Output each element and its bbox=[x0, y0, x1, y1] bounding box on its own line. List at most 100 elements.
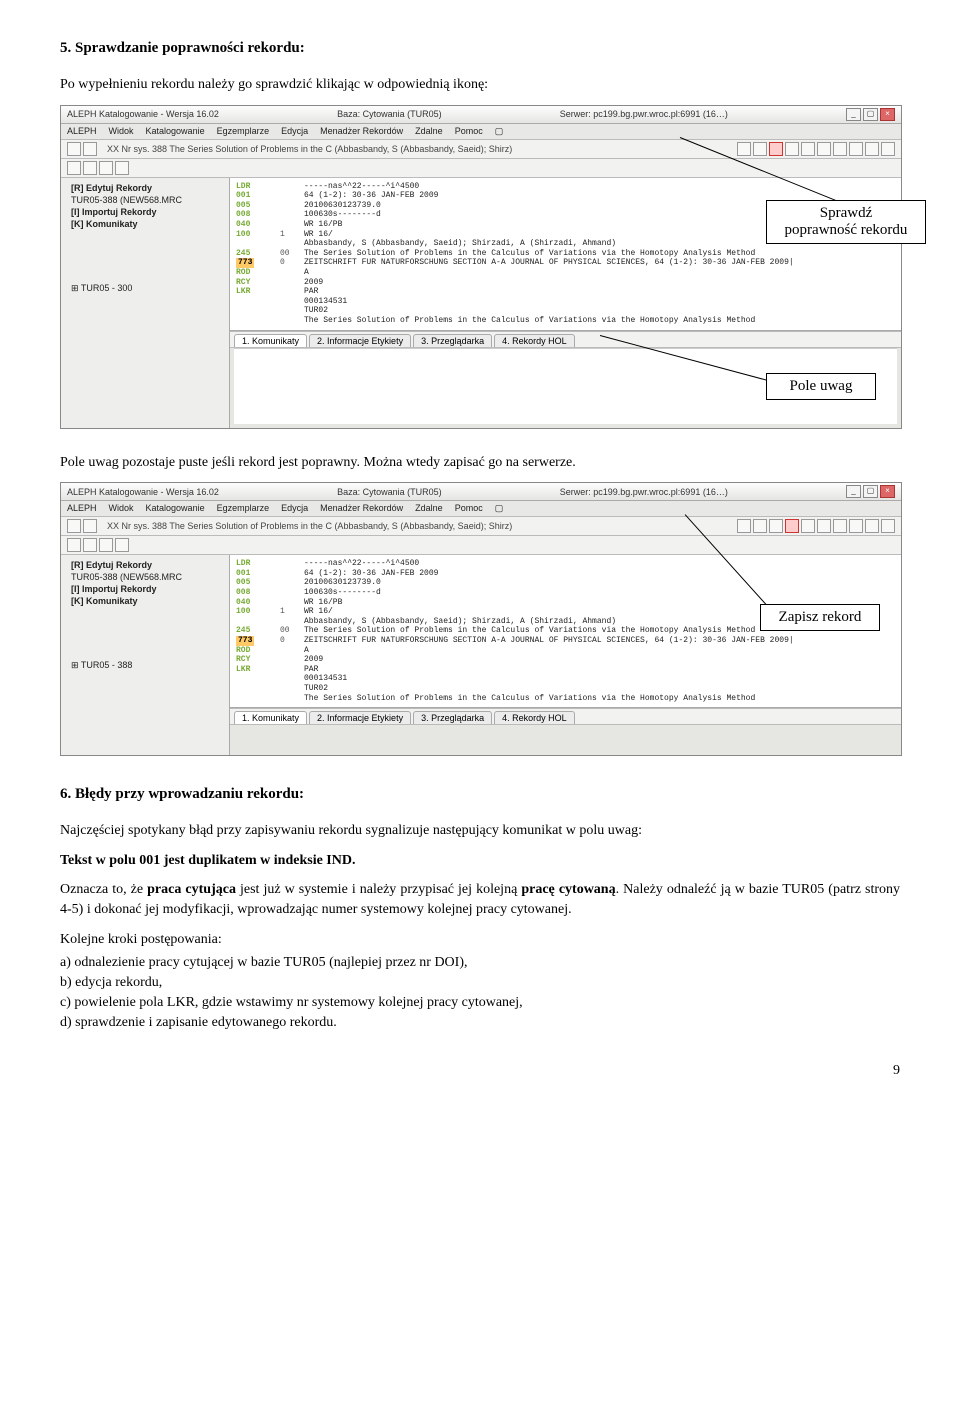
tree-item[interactable]: TUR05-388 (NEW568.MRC bbox=[65, 571, 225, 583]
menu-zdalne[interactable]: Zdalne bbox=[415, 503, 443, 514]
toolbar-icon[interactable] bbox=[849, 142, 863, 156]
window-titlebar: ALEPH Katalogowanie - Wersja 16.02 Baza:… bbox=[61, 106, 901, 124]
mode-tab-1-icon[interactable] bbox=[67, 519, 81, 533]
menu-widok[interactable]: Widok bbox=[109, 126, 134, 137]
bottom-tab-bar: 1. Komunikaty 2. Informacje Etykiety 3. … bbox=[230, 331, 901, 348]
section-5-title: 5. Sprawdzanie poprawności rekordu: bbox=[60, 40, 900, 57]
menu-katalogowanie[interactable]: Katalogowanie bbox=[146, 503, 205, 514]
callout-remarks-field: Pole uwag bbox=[766, 373, 876, 400]
tree-item[interactable]: [R] Edytuj Rekordy bbox=[65, 182, 225, 194]
screenshot-save-record: ALEPH Katalogowanie - Wersja 16.02 Baza:… bbox=[60, 482, 900, 756]
tab-przegladarka[interactable]: 3. Przeglądarka bbox=[413, 334, 492, 347]
menu-zdalne[interactable]: Zdalne bbox=[415, 126, 443, 137]
tree-item[interactable]: [K] Komunikaty bbox=[65, 595, 225, 607]
menu-help-icon[interactable]: ▢ bbox=[495, 126, 504, 137]
step-item: a) odnalezienie pracy cytującej w bazie … bbox=[60, 953, 900, 973]
minimize-button[interactable]: _ bbox=[846, 108, 861, 121]
mode-tab-2-icon[interactable] bbox=[83, 519, 97, 533]
maximize-button[interactable]: ▢ bbox=[863, 485, 878, 498]
toolbar-icon[interactable] bbox=[801, 519, 815, 533]
close-button[interactable]: × bbox=[880, 485, 895, 498]
menu-help-icon[interactable]: ▢ bbox=[495, 503, 504, 514]
menu-aleph[interactable]: ALEPH bbox=[67, 503, 97, 514]
window-title-left: ALEPH Katalogowanie - Wersja 16.02 bbox=[67, 487, 219, 497]
sidebar-toolbar-icon[interactable] bbox=[83, 538, 97, 552]
toolbar-icon[interactable] bbox=[865, 519, 879, 533]
menu-menadzer[interactable]: Menadżer Rekordów bbox=[320, 503, 403, 514]
sidebar-toolbar-icon[interactable] bbox=[99, 538, 113, 552]
toolbar-icon[interactable] bbox=[737, 142, 751, 156]
menu-egzemplarze[interactable]: Egzemplarze bbox=[217, 126, 270, 137]
tree-item[interactable]: [I] Importuj Rekordy bbox=[65, 206, 225, 218]
menu-menadzer[interactable]: Menadżer Rekordów bbox=[320, 126, 403, 137]
mode-tab-2-icon[interactable] bbox=[83, 142, 97, 156]
tab-etykiety[interactable]: 2. Informacje Etykiety bbox=[309, 334, 411, 347]
menu-edycja[interactable]: Edycja bbox=[281, 503, 308, 514]
save-record-icon[interactable] bbox=[785, 519, 799, 533]
step-item: b) edycja rekordu, bbox=[60, 973, 900, 993]
window-title-right: Serwer: pc199.bg.pwr.wroc.pl:6991 (16…) bbox=[560, 109, 728, 119]
tree-item[interactable]: [K] Komunikaty bbox=[65, 218, 225, 230]
menu-widok[interactable]: Widok bbox=[109, 503, 134, 514]
step-item: d) sprawdzenie i zapisanie edytowanego r… bbox=[60, 1013, 900, 1033]
marc-record-editor[interactable]: LDR -----nas^^22-----^i^4500001 64 (1-2)… bbox=[230, 555, 901, 708]
sidebar-toolbar-icon[interactable] bbox=[83, 161, 97, 175]
toolbar-icon[interactable] bbox=[817, 142, 831, 156]
check-record-icon[interactable] bbox=[769, 142, 783, 156]
toolbar-icon[interactable] bbox=[737, 519, 751, 533]
sidebar-toolbar-icon[interactable] bbox=[115, 161, 129, 175]
tab-komunikaty[interactable]: 1. Komunikaty bbox=[234, 711, 307, 724]
sidebar-toolbar-icon[interactable] bbox=[99, 161, 113, 175]
toolbar-icon[interactable] bbox=[881, 142, 895, 156]
menu-edycja[interactable]: Edycja bbox=[281, 126, 308, 137]
tab-rekordy-hol[interactable]: 4. Rekordy HOL bbox=[494, 334, 575, 347]
sidebar-toolbar-icon[interactable] bbox=[67, 538, 81, 552]
toolbar-icon[interactable] bbox=[833, 142, 847, 156]
toolbar-icon[interactable] bbox=[849, 519, 863, 533]
navigation-tree[interactable]: [R] Edytuj Rekordy TUR05-388 (NEW568.MRC… bbox=[61, 178, 230, 428]
menu-egzemplarze[interactable]: Egzemplarze bbox=[217, 503, 270, 514]
tree-item[interactable]: [I] Importuj Rekordy bbox=[65, 583, 225, 595]
minimize-button[interactable]: _ bbox=[846, 485, 861, 498]
menu-aleph[interactable]: ALEPH bbox=[67, 126, 97, 137]
close-button[interactable]: × bbox=[880, 108, 895, 121]
tree-item bbox=[65, 230, 225, 232]
tab-komunikaty[interactable]: 1. Komunikaty bbox=[234, 334, 307, 347]
tree-item[interactable]: [R] Edytuj Rekordy bbox=[65, 559, 225, 571]
mode-tab-1-icon[interactable] bbox=[67, 142, 81, 156]
section-6-title: 6. Błędy przy wprowadzaniu rekordu: bbox=[60, 786, 900, 803]
record-header: XX Nr sys. 388 The Series Solution of Pr… bbox=[97, 144, 737, 154]
screenshot-check-record: ALEPH Katalogowanie - Wersja 16.02 Baza:… bbox=[60, 105, 900, 429]
menu-katalogowanie[interactable]: Katalogowanie bbox=[146, 126, 205, 137]
sidebar-toolbar-icon[interactable] bbox=[67, 161, 81, 175]
toolbar-icon[interactable] bbox=[833, 519, 847, 533]
menu-pomoc[interactable]: Pomoc bbox=[455, 126, 483, 137]
navigation-tree[interactable]: [R] Edytuj Rekordy TUR05-388 (NEW568.MRC… bbox=[61, 555, 230, 755]
toolbar-icon[interactable] bbox=[753, 142, 767, 156]
tab-rekordy-hol[interactable]: 4. Rekordy HOL bbox=[494, 711, 575, 724]
toolbar-icon[interactable] bbox=[753, 519, 767, 533]
toolbar-icon[interactable] bbox=[801, 142, 815, 156]
toolbar-icon[interactable] bbox=[865, 142, 879, 156]
tab-etykiety[interactable]: 2. Informacje Etykiety bbox=[309, 711, 411, 724]
sidebar-toolbar-icon[interactable] bbox=[115, 538, 129, 552]
page-number: 9 bbox=[60, 1063, 900, 1079]
toolbar-icon[interactable] bbox=[817, 519, 831, 533]
toolbar-row-1: XX Nr sys. 388 The Series Solution of Pr… bbox=[61, 140, 901, 159]
tree-item[interactable]: ⊞ TUR05 - 300 bbox=[65, 282, 225, 295]
menu-bar[interactable]: ALEPH Widok Katalogowanie Egzemplarze Ed… bbox=[61, 124, 901, 140]
tab-przegladarka[interactable]: 3. Przeglądarka bbox=[413, 711, 492, 724]
toolbar-row-2 bbox=[61, 536, 901, 555]
menu-pomoc[interactable]: Pomoc bbox=[455, 503, 483, 514]
window-title-right: Serwer: pc199.bg.pwr.wroc.pl:6991 (16…) bbox=[560, 487, 728, 497]
menu-bar[interactable]: ALEPH Widok Katalogowanie Egzemplarze Ed… bbox=[61, 501, 901, 517]
save-record-icon[interactable] bbox=[785, 142, 799, 156]
tree-item[interactable]: TUR05-388 (NEW568.MRC bbox=[65, 194, 225, 206]
section-6-p4: Kolejne kroki postępowania: bbox=[60, 930, 900, 950]
tree-item bbox=[65, 607, 225, 609]
maximize-button[interactable]: ▢ bbox=[863, 108, 878, 121]
section-6-error-msg: Tekst w polu 001 jest duplikatem w indek… bbox=[60, 851, 900, 871]
tree-item[interactable]: ⊞ TUR05 - 388 bbox=[65, 659, 225, 672]
toolbar-icon[interactable] bbox=[881, 519, 895, 533]
check-record-icon[interactable] bbox=[769, 519, 783, 533]
